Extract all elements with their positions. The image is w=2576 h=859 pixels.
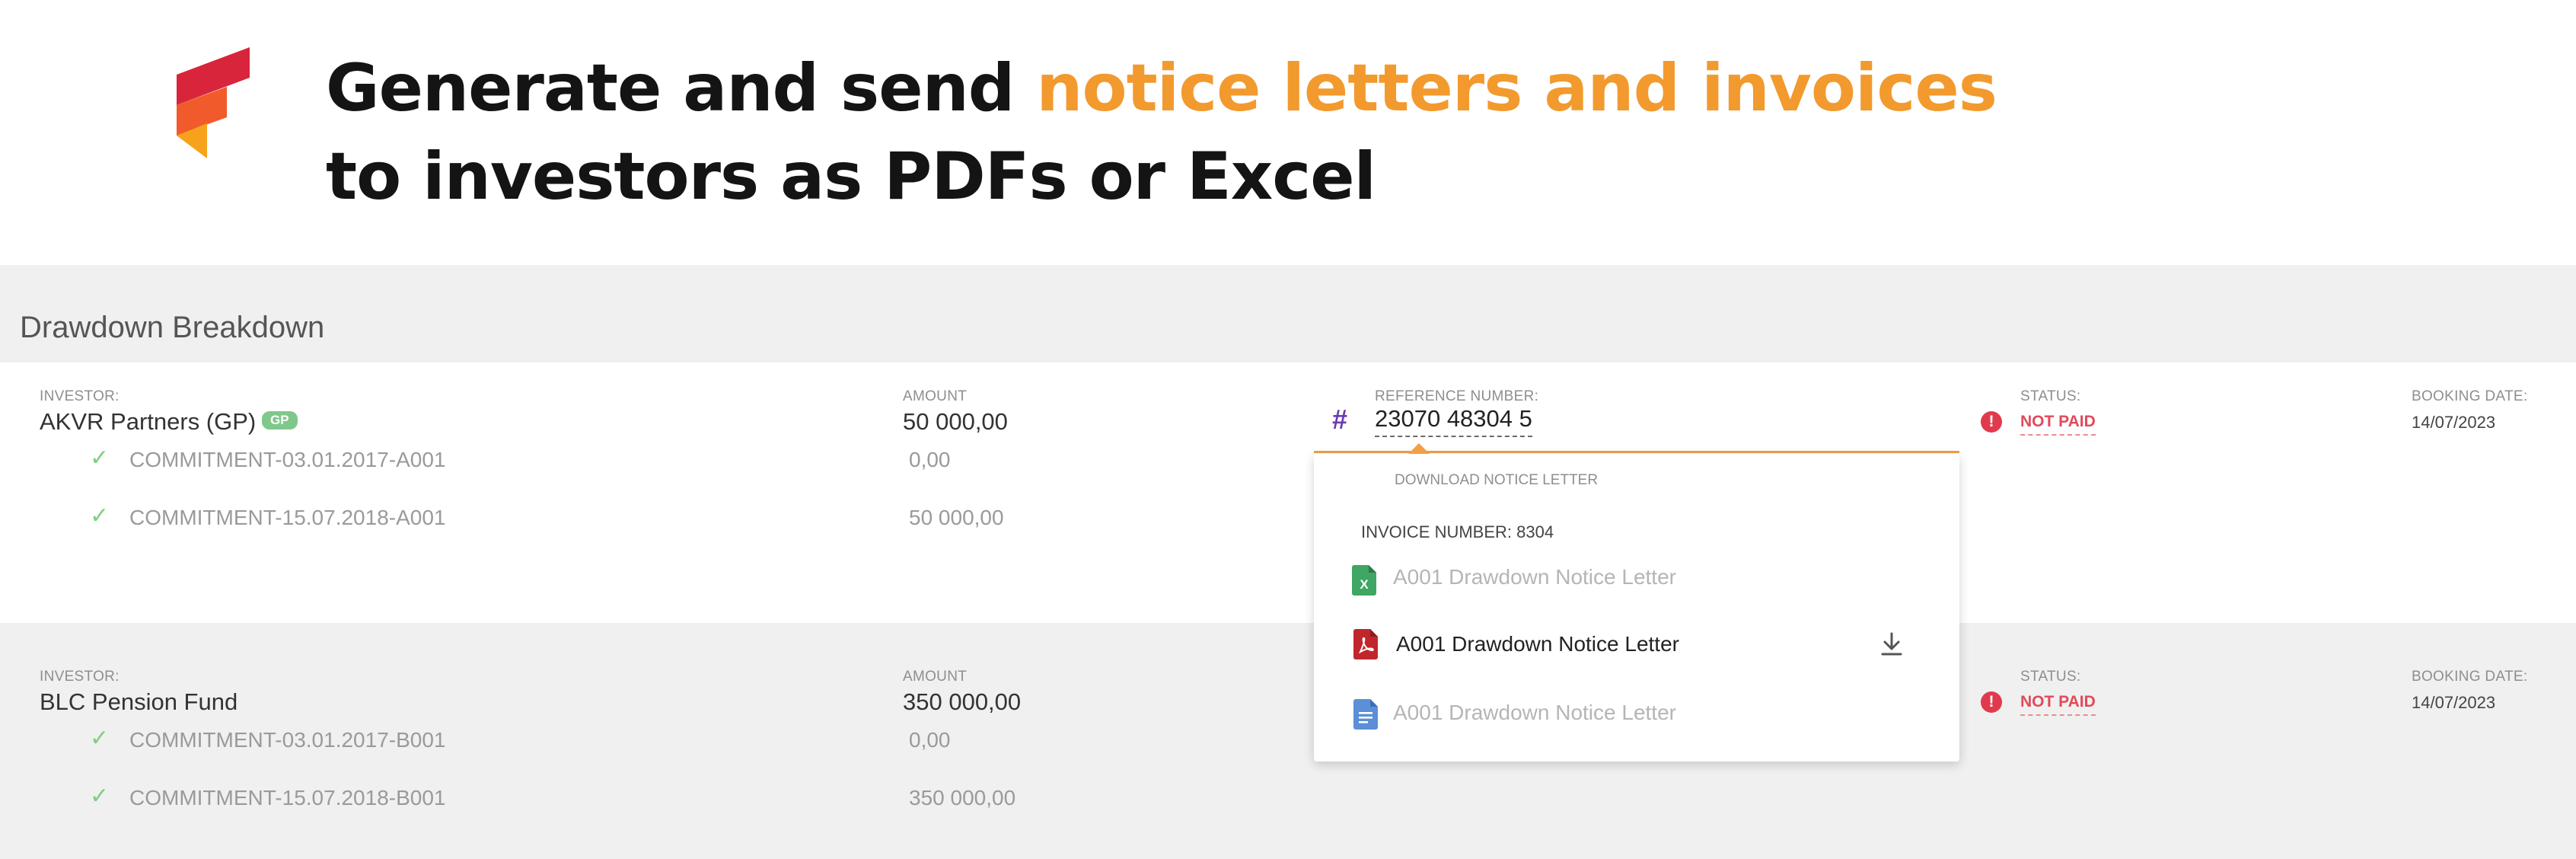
commitment-name: COMMITMENT-15.07.2018-B001 [129, 786, 446, 810]
commitment-name: COMMITMENT-03.01.2017-A001 [129, 448, 446, 471]
headline-accent: notice letters and invoices [1036, 50, 1997, 126]
investor-row-1 [0, 362, 2576, 623]
reference-number-input[interactable]: 23070 48304 5 [1375, 405, 1532, 437]
invoice-number: INVOICE NUMBER: 8304 [1361, 522, 1554, 541]
pdf-file-icon [1353, 629, 1378, 659]
check-icon: ✓ [90, 726, 110, 751]
reference-label: REFERENCE NUMBER: [1375, 388, 1539, 404]
commitment-amount: 350 000,00 [909, 786, 1016, 810]
booking-date-label: BOOKING DATE: [2412, 388, 2528, 404]
commitment-name: COMMITMENT-03.01.2017-B001 [129, 728, 446, 752]
doc-file-icon [1353, 699, 1378, 730]
status-label: STATUS: [2020, 388, 2081, 404]
headline-line2: to investors as PDFs or Excel [326, 139, 1376, 215]
commitment-amount: 50 000,00 [909, 506, 1004, 529]
booking-date-value: 14/07/2023 [2412, 693, 2496, 712]
commitment-amount: 0,00 [909, 448, 951, 471]
booking-date-value: 14/07/2023 [2412, 413, 2496, 432]
hero-headline: Generate and send notice letters and inv… [326, 44, 1997, 221]
investor-name[interactable]: AKVR Partners (GP) [40, 408, 256, 436]
file-item-pdf[interactable]: A001 Drawdown Notice Letter [1396, 632, 1679, 656]
booking-date-label: BOOKING DATE: [2412, 669, 2528, 685]
amount-value: 350 000,00 [903, 688, 1022, 715]
brand-logo [177, 47, 250, 158]
amount-value: 50 000,00 [903, 408, 1008, 435]
hash-icon: # [1332, 404, 1348, 435]
amount-label: AMOUNT [903, 669, 968, 685]
check-icon: ✓ [90, 445, 110, 471]
investor-label: INVESTOR: [40, 669, 120, 685]
file-item-doc[interactable]: A001 Drawdown Notice Letter [1393, 701, 1676, 725]
alert-icon: ! [1981, 691, 2002, 713]
svg-text:X: X [1360, 577, 1369, 592]
status-value[interactable]: NOT PAID [2020, 413, 2096, 436]
dropdown-caret [1408, 443, 1430, 454]
download-icon[interactable] [1879, 631, 1905, 658]
check-icon: ✓ [90, 503, 110, 528]
commitment-name: COMMITMENT-15.07.2018-A001 [129, 506, 446, 529]
commitment-amount: 0,00 [909, 728, 951, 752]
investor-name[interactable]: BLC Pension Fund [40, 688, 238, 716]
amount-label: AMOUNT [903, 388, 968, 404]
dropdown-header: DOWNLOAD NOTICE LETTER [1395, 472, 1599, 488]
investor-label: INVESTOR: [40, 388, 120, 404]
status-value[interactable]: NOT PAID [2020, 693, 2096, 716]
gp-badge: GP [262, 411, 298, 429]
status-label: STATUS: [2020, 669, 2081, 685]
alert-icon: ! [1981, 411, 2002, 433]
section-title: Drawdown Breakdown [20, 311, 325, 344]
headline-prefix: Generate and send [326, 50, 1037, 126]
check-icon: ✓ [90, 784, 110, 809]
file-item-excel[interactable]: A001 Drawdown Notice Letter [1393, 565, 1676, 589]
excel-file-icon: X [1352, 565, 1376, 596]
